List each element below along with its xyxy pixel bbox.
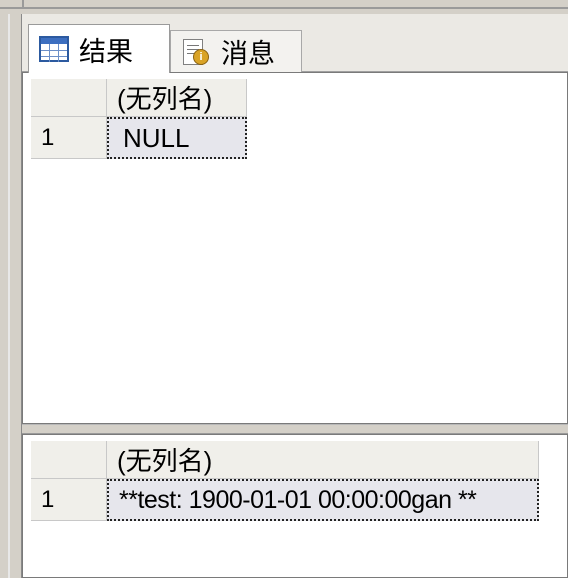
- top-frame: [0, 0, 568, 14]
- results-tab-strip: 结果 i 消息: [22, 14, 568, 73]
- column-header[interactable]: (无列名): [107, 79, 247, 117]
- top-divider: [0, 7, 568, 9]
- top-notch: [22, 0, 24, 9]
- result-grid-2[interactable]: (无列名) 1 **test: 1900-01-01 00:00:00gan *…: [22, 434, 568, 578]
- grid-corner-header[interactable]: [31, 79, 107, 117]
- grid-cell[interactable]: NULL: [107, 117, 247, 159]
- row-number[interactable]: 1: [31, 479, 107, 521]
- grid-corner-header[interactable]: [31, 441, 107, 479]
- tab-results-label: 结果: [79, 36, 133, 67]
- row-number[interactable]: 1: [31, 117, 107, 159]
- pane-splitter[interactable]: [22, 424, 568, 434]
- tab-results[interactable]: 结果: [28, 24, 170, 73]
- left-frame: [0, 14, 22, 578]
- grid-cell[interactable]: **test: 1900-01-01 00:00:00gan **: [107, 479, 539, 521]
- tab-messages[interactable]: i 消息: [170, 30, 302, 72]
- tab-messages-label: 消息: [221, 39, 275, 69]
- grid-icon: [39, 36, 69, 62]
- left-frame-highlight: [8, 14, 10, 578]
- column-header[interactable]: (无列名): [107, 441, 539, 479]
- result-grid-1[interactable]: (无列名) 1 NULL: [22, 72, 568, 424]
- message-icon: i: [181, 38, 211, 65]
